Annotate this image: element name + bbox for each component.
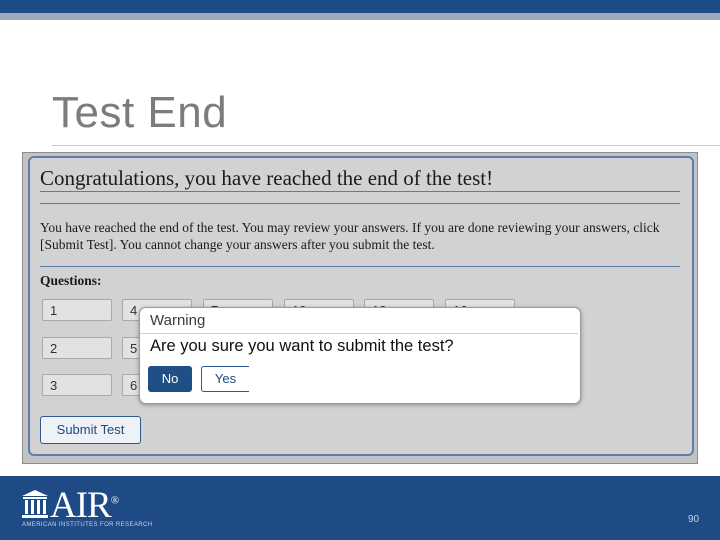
- dialog-question: Are you sure you want to submit the test…: [150, 337, 454, 355]
- heading-divider: [40, 191, 680, 192]
- title-divider: [52, 145, 720, 146]
- top-accent-stripe: [0, 13, 720, 20]
- question-button-1[interactable]: 1: [42, 299, 112, 321]
- questions-label: Questions:: [40, 273, 102, 288]
- question-button-2[interactable]: 2: [42, 337, 112, 359]
- slide-title: Test End: [52, 88, 228, 137]
- message-divider: [40, 266, 680, 267]
- heading-divider-2: [40, 203, 680, 204]
- yes-button[interactable]: Yes: [201, 366, 249, 392]
- end-of-test-message: You have reached the end of the test. Yo…: [40, 220, 660, 252]
- dialog-title: Warning: [150, 312, 206, 329]
- no-button[interactable]: No: [148, 366, 192, 392]
- logo-subtitle: AMERICAN INSTITUTES FOR RESEARCH: [22, 522, 153, 528]
- dialog-divider: [140, 333, 578, 334]
- air-logo: AIR®: [50, 485, 119, 526]
- building-icon: [22, 490, 48, 518]
- page-number: 90: [688, 514, 700, 525]
- top-accent-bar: [0, 0, 720, 13]
- question-button-3[interactable]: 3: [42, 374, 112, 396]
- congratulations-heading: Congratulations, you have reached the en…: [40, 166, 494, 190]
- submit-test-button[interactable]: Submit Test: [40, 416, 141, 444]
